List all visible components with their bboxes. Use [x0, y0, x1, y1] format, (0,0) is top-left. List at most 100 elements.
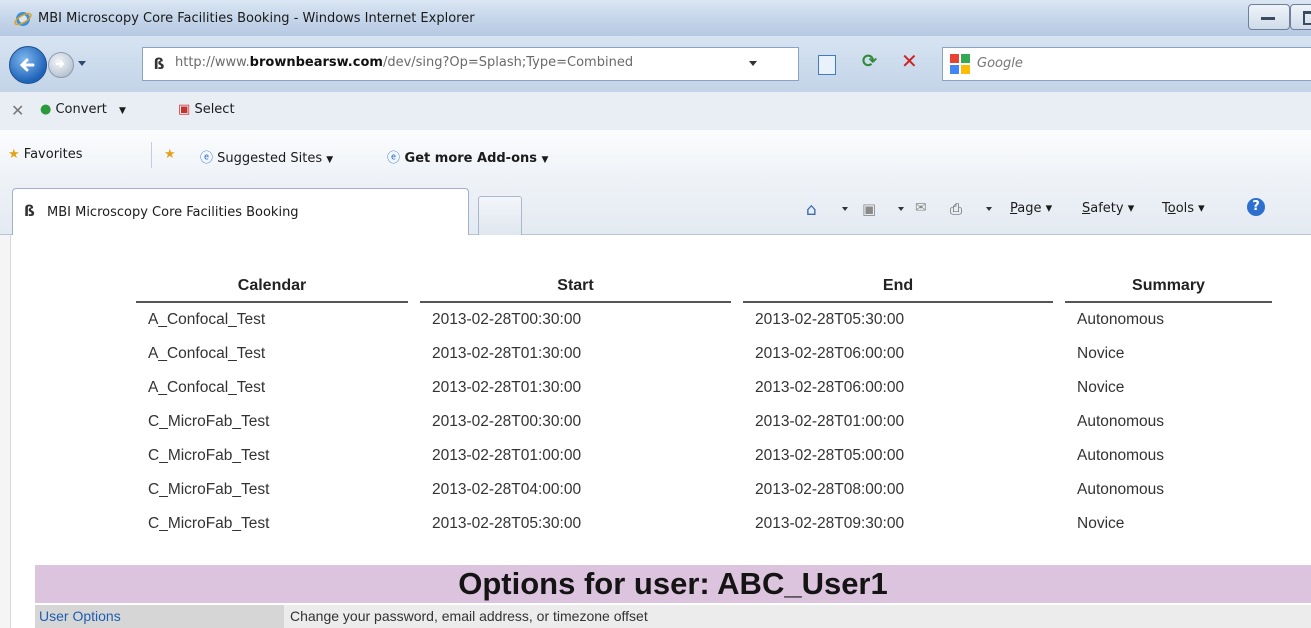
- suggested-sites-button[interactable]: ⓔ Suggested Sites ▼: [200, 147, 333, 166]
- window-title-bar: MBI Microscopy Core Facilities Booking -…: [0, 0, 1311, 36]
- home-dropdown-icon[interactable]: [842, 207, 848, 211]
- feeds-dropdown-icon[interactable]: [898, 207, 904, 211]
- column-header-start: Start: [420, 270, 731, 303]
- options-heading: Options for user: ABC_User1: [35, 565, 1311, 603]
- internet-explorer-icon: [14, 12, 32, 26]
- column-header-calendar: Calendar: [136, 270, 408, 303]
- end-cell: 2013-02-28T08:00:00: [755, 481, 905, 498]
- summary-cell: Autonomous: [1077, 447, 1165, 464]
- calendar-cell: C_MicroFab_Test: [148, 413, 270, 430]
- start-cell: 2013-02-28T01:30:00: [432, 379, 582, 396]
- summary-cell: Novice: [1077, 379, 1125, 396]
- convert-dropdown-icon: ▼: [119, 106, 126, 116]
- start-cell: 2013-02-28T04:00:00: [432, 481, 582, 498]
- help-icon[interactable]: ?: [1247, 198, 1265, 216]
- calendar-cell: C_MicroFab_Test: [148, 447, 270, 464]
- tab-title: MBI Microscopy Core Facilities Booking: [47, 205, 299, 220]
- google-icon: [950, 54, 970, 74]
- column-header-end: End: [743, 270, 1053, 303]
- page-menu[interactable]: Page ▾: [1010, 201, 1052, 216]
- select-button[interactable]: ▣ Select: [178, 102, 235, 117]
- read-mail-icon[interactable]: ✉: [915, 200, 927, 218]
- home-icon[interactable]: ⌂: [806, 200, 817, 220]
- table-row: C_MicroFab_Test 2013-02-28T04:00:00 2013…: [136, 473, 1272, 507]
- user-options-link[interactable]: User Options: [35, 605, 284, 628]
- address-url: http://www.brownbearsw.com/dev/sing?Op=S…: [175, 55, 634, 70]
- start-cell: 2013-02-28T00:30:00: [432, 311, 582, 328]
- back-arrow-icon: [19, 58, 35, 72]
- forward-button[interactable]: [48, 52, 74, 78]
- summary-cell: Autonomous: [1077, 481, 1165, 498]
- back-button[interactable]: [9, 46, 47, 84]
- calendar-cell: A_Confocal_Test: [148, 379, 266, 396]
- page-content: Calendar Start End Summary A_Confocal_Te…: [0, 235, 1311, 628]
- table-row: A_Confocal_Test 2013-02-28T00:30:00 2013…: [136, 303, 1272, 337]
- add-to-favorites-icon[interactable]: ★: [164, 147, 176, 162]
- page-left-edge: [0, 235, 11, 628]
- convert-button[interactable]: ● Convert ▼: [40, 102, 126, 117]
- start-cell: 2013-02-28T01:30:00: [432, 345, 582, 362]
- suggested-sites-dropdown-icon: ▼: [326, 155, 334, 165]
- calendar-cell: C_MicroFab_Test: [148, 481, 270, 498]
- select-icon: ▣: [178, 102, 191, 117]
- get-addons-button[interactable]: ⓔ Get more Add-ons ▼: [387, 147, 548, 166]
- address-input[interactable]: ß http://www.brownbearsw.com/dev/sing?Op…: [142, 47, 799, 81]
- search-placeholder: Google: [977, 56, 1023, 71]
- maximize-icon: [1303, 11, 1311, 25]
- table-header-row: Calendar Start End Summary: [136, 270, 1272, 303]
- stop-icon[interactable]: ✕: [901, 49, 918, 73]
- addons-dropdown-icon: ▼: [541, 155, 549, 165]
- print-icon[interactable]: ⎙: [950, 200, 962, 218]
- close-toolbar-icon[interactable]: ✕: [11, 101, 24, 120]
- refresh-icon[interactable]: ⟳: [862, 51, 877, 72]
- start-cell: 2013-02-28T05:30:00: [432, 515, 582, 532]
- ie-page-icon: ⓔ: [387, 151, 401, 166]
- minimize-icon: [1261, 17, 1275, 20]
- tab-row: ß MBI Microscopy Core Facilities Booking…: [0, 180, 1311, 235]
- calendar-cell: A_Confocal_Test: [148, 345, 266, 362]
- window-title: MBI Microscopy Core Facilities Booking -…: [38, 11, 475, 26]
- print-dropdown-icon[interactable]: [986, 207, 992, 211]
- tools-menu[interactable]: Tools ▾: [1162, 201, 1205, 216]
- summary-cell: Novice: [1077, 345, 1125, 362]
- options-row: User Options Change your password, email…: [35, 605, 1311, 628]
- favorites-separator: [151, 142, 152, 168]
- forward-arrow-icon: [56, 60, 65, 68]
- table-row: C_MicroFab_Test 2013-02-28T00:30:00 2013…: [136, 405, 1272, 439]
- user-options-description: Change your password, email address, or …: [284, 605, 1311, 628]
- column-header-summary: Summary: [1065, 270, 1272, 303]
- maximize-button[interactable]: [1290, 4, 1311, 30]
- end-cell: 2013-02-28T06:00:00: [755, 379, 905, 396]
- safety-menu[interactable]: Safety ▾: [1082, 201, 1134, 216]
- end-cell: 2013-02-28T05:00:00: [755, 447, 905, 464]
- calendar-cell: C_MicroFab_Test: [148, 515, 270, 532]
- star-icon: ★: [8, 147, 20, 162]
- end-cell: 2013-02-28T01:00:00: [755, 413, 905, 430]
- tab-active[interactable]: ß MBI Microscopy Core Facilities Booking: [12, 188, 469, 235]
- feeds-icon[interactable]: ▣: [862, 200, 876, 218]
- end-cell: 2013-02-28T06:00:00: [755, 345, 905, 362]
- summary-cell: Autonomous: [1077, 311, 1165, 328]
- table-row: C_MicroFab_Test 2013-02-28T05:30:00 2013…: [136, 507, 1272, 541]
- recent-pages-dropdown-icon[interactable]: [77, 58, 87, 68]
- compatibility-view-icon[interactable]: [818, 55, 836, 75]
- table-row: A_Confocal_Test 2013-02-28T01:30:00 2013…: [136, 371, 1272, 405]
- new-tab-button[interactable]: [478, 196, 522, 235]
- address-dropdown-icon[interactable]: [749, 61, 757, 66]
- booking-table: Calendar Start End Summary A_Confocal_Te…: [136, 270, 1272, 541]
- minimize-button[interactable]: [1248, 4, 1290, 30]
- command-bar: ✕ ● Convert ▼ ▣ Select: [0, 92, 1311, 131]
- site-favicon-icon: ß: [24, 202, 35, 220]
- site-favicon-icon: ß: [153, 55, 165, 73]
- search-input[interactable]: Google: [942, 47, 1311, 81]
- summary-cell: Autonomous: [1077, 413, 1165, 430]
- start-cell: 2013-02-28T01:00:00: [432, 447, 582, 464]
- summary-cell: Novice: [1077, 515, 1125, 532]
- end-cell: 2013-02-28T09:30:00: [755, 515, 905, 532]
- favorites-bar: ★ Favorites ★ ⓔ Suggested Sites ▼ ⓔ Get …: [0, 130, 1311, 180]
- table-row: A_Confocal_Test 2013-02-28T01:30:00 2013…: [136, 337, 1272, 371]
- address-bar-row: ß http://www.brownbearsw.com/dev/sing?Op…: [0, 36, 1311, 92]
- convert-icon: ●: [40, 102, 52, 117]
- table-row: C_MicroFab_Test 2013-02-28T01:00:00 2013…: [136, 439, 1272, 473]
- favorites-button[interactable]: ★ Favorites: [8, 147, 83, 162]
